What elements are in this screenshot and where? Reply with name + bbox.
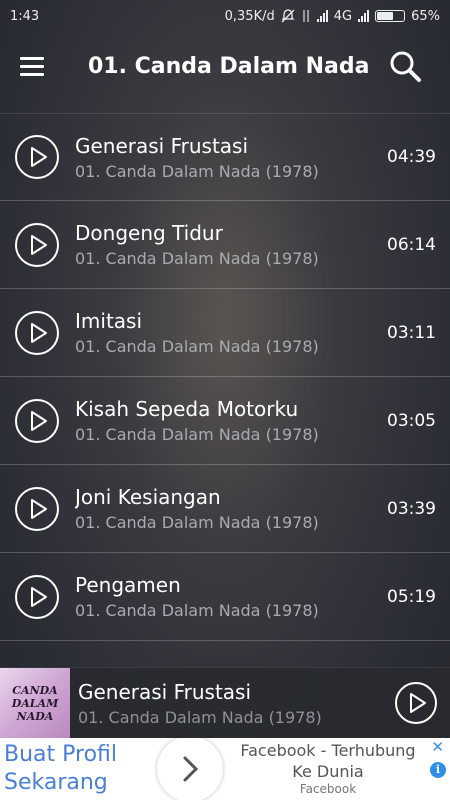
search-icon[interactable]	[388, 49, 422, 83]
track-album: 01. Canda Dalam Nada (1978)	[75, 161, 319, 181]
album-art-line: DALAM	[11, 696, 59, 710]
ad-close-icon[interactable]: ✕	[431, 738, 444, 756]
track-row[interactable]: Joni Kesiangan 01. Canda Dalam Nada (1978…	[0, 465, 450, 553]
chevron-right-icon	[183, 756, 199, 782]
album-art-line: CANDA	[12, 683, 58, 697]
play-circle-icon[interactable]	[14, 134, 60, 180]
battery-icon	[375, 10, 406, 22]
track-title: Joni Kesiangan	[75, 485, 221, 509]
track-row[interactable]: Pengamen 01. Canda Dalam Nada (1978) 05:19	[0, 553, 450, 641]
signal-strength-2-icon	[358, 10, 370, 22]
track-album: 01. Canda Dalam Nada (1978)	[75, 601, 319, 620]
track-duration: 05:19	[387, 586, 436, 607]
track-info: Kisah Sepeda Motorku 01. Canda Dalam Nada…	[75, 397, 379, 444]
track-info: Joni Kesiangan 01. Canda Dalam Nada (1978…	[75, 485, 379, 532]
track-album: 01. Canda Dalam Nada (1978)	[75, 425, 319, 444]
signal-strength-icon	[316, 10, 328, 22]
ad-cta[interactable]: Buat Profil Sekarang	[0, 741, 164, 797]
play-circle-icon[interactable]	[14, 398, 60, 444]
album-art-line: NADA	[16, 709, 54, 723]
app-bar: 01. Canda Dalam Nada	[0, 32, 450, 100]
network-speed: 0,35K/d	[224, 8, 275, 24]
track-list: Generasi Frustasi 01. Canda Dalam Nada (1…	[0, 113, 450, 641]
now-playing-album: 01. Canda Dalam Nada (1978)	[78, 707, 322, 727]
track-duration: 03:05	[387, 410, 436, 431]
ad-cta-line: Buat Profil	[4, 742, 118, 767]
data-transfer-icon	[302, 10, 309, 22]
play-circle-icon[interactable]	[14, 222, 60, 268]
track-title: Imitasi	[75, 309, 143, 333]
track-duration: 04:39	[387, 147, 436, 167]
page-title: 01. Canda Dalam Nada	[88, 53, 370, 79]
hamburger-menu-icon[interactable]	[20, 52, 48, 80]
track-row[interactable]: Generasi Frustasi 01. Canda Dalam Nada (1…	[0, 113, 450, 201]
track-duration: 03:11	[387, 322, 436, 343]
now-playing-bar[interactable]: CANDA DALAM NADA Generasi Frustasi 01. C…	[0, 667, 450, 739]
track-info: Generasi Frustasi 01. Canda Dalam Nada (1…	[75, 134, 379, 181]
track-title: Dongeng Tidur	[75, 221, 223, 245]
track-info: Imitasi 01. Canda Dalam Nada (1978)	[75, 309, 379, 356]
track-row[interactable]: Dongeng Tidur 01. Canda Dalam Nada (1978)…	[0, 201, 450, 289]
ad-banner[interactable]: Buat Profil Sekarang Facebook - Terhubun…	[0, 738, 450, 800]
network-type: 4G	[333, 8, 353, 24]
track-album: 01. Canda Dalam Nada (1978)	[75, 337, 319, 356]
play-button[interactable]	[394, 681, 438, 725]
ad-headline: Facebook - Terhubung	[240, 741, 416, 760]
ad-info-icon[interactable]: i	[430, 762, 446, 778]
track-info: Dongeng Tidur 01. Canda Dalam Nada (1978)	[75, 221, 379, 268]
ad-headline: Ke Dunia	[292, 762, 364, 781]
track-duration: 06:14	[387, 234, 436, 255]
ad-arrow-button[interactable]	[157, 738, 223, 800]
track-title: Generasi Frustasi	[75, 133, 249, 158]
play-circle-icon[interactable]	[14, 486, 60, 532]
ad-source: Facebook	[299, 782, 357, 796]
now-playing-info: Generasi Frustasi 01. Canda Dalam Nada (…	[78, 680, 394, 727]
track-row[interactable]: Imitasi 01. Canda Dalam Nada (1978) 03:11	[0, 289, 450, 377]
status-indicators: 0,35K/d 4G 65%	[225, 9, 440, 24]
track-duration: 03:39	[387, 498, 436, 519]
battery-percent: 65%	[411, 8, 440, 24]
play-circle-icon[interactable]	[14, 310, 60, 356]
status-bar: 1:43 0,35K/d 4G 65%	[0, 0, 450, 32]
track-info: Pengamen 01. Canda Dalam Nada (1978)	[75, 573, 379, 620]
track-title: Pengamen	[75, 573, 181, 597]
track-row[interactable]: Kisah Sepeda Motorku 01. Canda Dalam Nada…	[0, 377, 450, 465]
track-title: Kisah Sepeda Motorku	[75, 397, 299, 421]
notifications-off-icon	[281, 9, 295, 23]
play-circle-icon[interactable]	[14, 574, 60, 620]
ad-content[interactable]: Facebook - Terhubung Ke Dunia Facebook	[228, 740, 428, 796]
album-art: CANDA DALAM NADA	[0, 667, 70, 739]
now-playing-title: Generasi Frustasi	[78, 679, 252, 704]
ad-cta-line: Sekarang	[4, 770, 108, 795]
status-time: 1:43	[10, 8, 40, 24]
track-album: 01. Canda Dalam Nada (1978)	[75, 249, 319, 268]
track-album: 01. Canda Dalam Nada (1978)	[75, 513, 319, 532]
